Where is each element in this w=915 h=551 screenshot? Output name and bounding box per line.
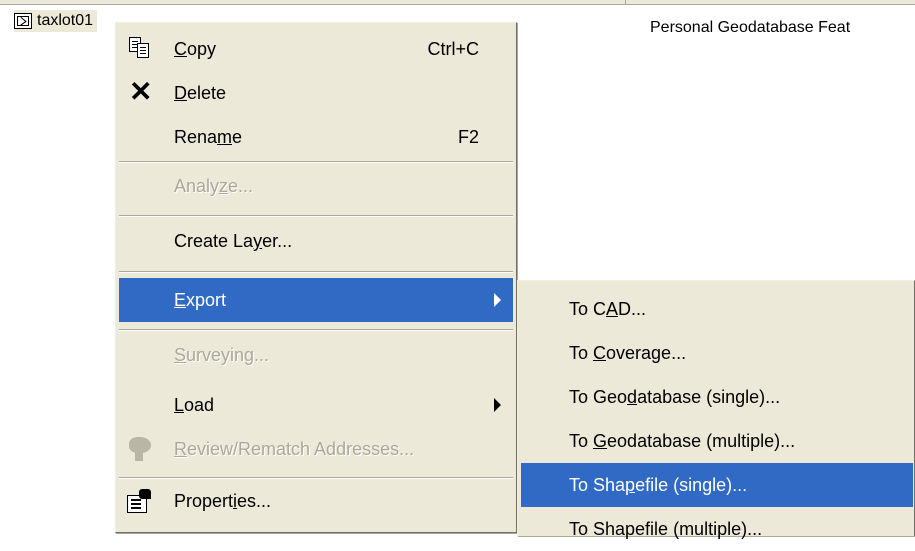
- row-item-selected[interactable]: taxlot01: [14, 10, 98, 32]
- feature-class-icon: [14, 13, 32, 29]
- menu-separator: [119, 329, 513, 331]
- menu-item-rename[interactable]: Rename F2: [119, 115, 513, 159]
- menu-item-review-rematch[interactable]: Review/Rematch Addresses...: [119, 427, 513, 471]
- menu-item-copy[interactable]: Copy Ctrl+C: [119, 27, 513, 71]
- menu-item-properties[interactable]: Properties...: [119, 479, 513, 523]
- submenu-arrow-icon: [494, 398, 501, 412]
- row-name: taxlot01: [37, 12, 94, 29]
- submenu-item-to-cad[interactable]: To CAD...: [521, 287, 913, 331]
- delete-x-icon: ✕: [129, 76, 153, 107]
- row-type: Personal Geodatabase Feat: [650, 19, 851, 36]
- submenu-item-to-shapefile-multiple[interactable]: To Shapefile (multiple)...: [521, 507, 913, 551]
- submenu-arrow-icon: [494, 293, 501, 307]
- menu-item-surveying[interactable]: Surveying...: [119, 333, 513, 377]
- properties-icon: [127, 489, 155, 515]
- menu-separator: [119, 161, 513, 163]
- export-submenu: To CAD... To Coverage... To Geodatabase …: [517, 280, 915, 539]
- menu-item-create-layer[interactable]: Create Layer...: [119, 219, 513, 263]
- copy-icon: [129, 37, 151, 59]
- submenu-item-to-shapefile-single[interactable]: To Shapefile (single)...: [521, 463, 913, 507]
- submenu-item-to-geodatabase-multiple[interactable]: To Geodatabase (multiple)...: [521, 419, 913, 463]
- menu-separator: [119, 215, 513, 217]
- menu-item-delete[interactable]: ✕ Delete: [119, 71, 513, 115]
- shortcut-label: F2: [457, 127, 479, 147]
- menu-separator: [119, 271, 513, 273]
- column-divider[interactable]: [625, 0, 626, 4]
- shortcut-label: Ctrl+C: [427, 39, 479, 59]
- menu-item-load[interactable]: Load: [119, 383, 513, 427]
- submenu-item-to-geodatabase-single[interactable]: To Geodatabase (single)...: [521, 375, 913, 419]
- menu-item-analyze[interactable]: Analyze...: [119, 164, 513, 208]
- menu-item-export[interactable]: Export: [119, 278, 513, 322]
- review-rematch-icon: [127, 435, 157, 463]
- context-menu: Copy Ctrl+C ✕ Delete Rename F2 Analyze..…: [115, 22, 517, 533]
- submenu-item-to-coverage[interactable]: To Coverage...: [521, 331, 913, 375]
